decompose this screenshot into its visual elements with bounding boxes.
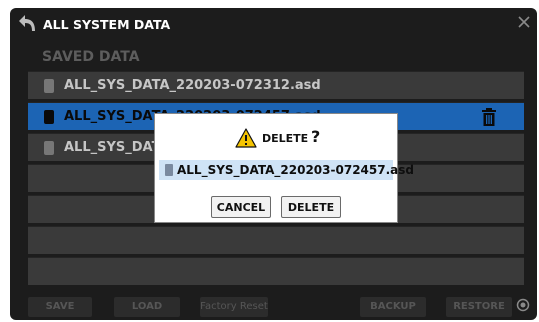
empty-row	[28, 257, 524, 285]
restore-button[interactable]: RESTORE	[446, 297, 512, 317]
file-icon	[44, 141, 54, 155]
knob-icon	[516, 298, 530, 312]
dialog-question-mark: ?	[311, 127, 321, 146]
save-button[interactable]: SAVE	[28, 297, 92, 317]
delete-button[interactable]: DELETE	[281, 196, 341, 218]
file-icon	[44, 110, 54, 124]
dialog-title: DELETE	[262, 132, 309, 145]
back-arrow-icon[interactable]	[16, 12, 38, 34]
section-title: SAVED DATA	[42, 49, 140, 65]
dialog-file-row: ALL_SYS_DATA_220203-072457.asd	[159, 160, 414, 180]
delete-dialog: DELETE ? ALL_SYS_DATA_220203-072457.asd …	[154, 113, 414, 223]
footer-toolbar: SAVE LOAD Factory Reset BACKUP RESTORE	[10, 294, 537, 320]
trash-icon[interactable]	[481, 108, 497, 126]
cancel-button[interactable]: CANCEL	[211, 196, 271, 218]
backup-button[interactable]: BACKUP	[360, 297, 426, 317]
dialog-header: DELETE ?	[155, 127, 397, 150]
file-icon	[165, 164, 173, 176]
list-item[interactable]: ALL_SYS_DATA_220203-072312.asd	[28, 71, 524, 99]
list-item-label: ALL_SYS_DATA_220203-072312.asd	[64, 78, 321, 93]
close-icon[interactable]	[515, 13, 533, 31]
load-button[interactable]: LOAD	[114, 297, 180, 317]
factory-reset-button[interactable]: Factory Reset	[200, 297, 268, 317]
title-bar: ALL SYSTEM DATA	[10, 8, 537, 38]
window-title: ALL SYSTEM DATA	[43, 17, 171, 32]
dialog-file-label: ALL_SYS_DATA_220203-072457.asd	[177, 163, 414, 177]
warning-icon	[235, 128, 257, 148]
empty-row	[28, 226, 524, 254]
file-icon	[44, 79, 54, 93]
